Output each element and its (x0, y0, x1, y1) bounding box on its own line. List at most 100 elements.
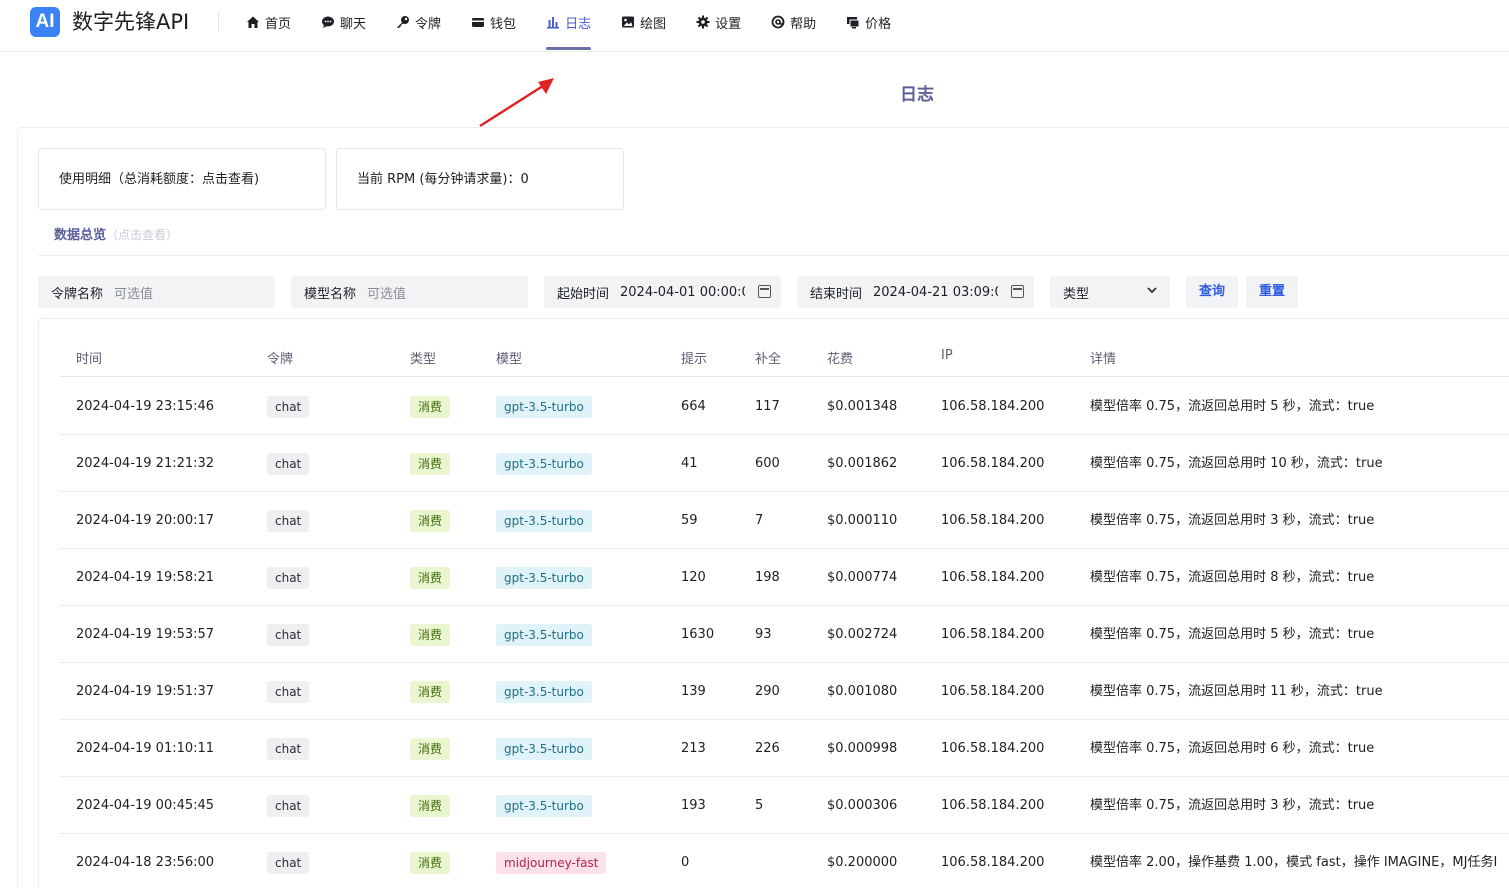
cell-model: gpt-3.5-turbo (496, 720, 592, 777)
cell-time: 2024-04-19 00:45:45 (76, 798, 215, 813)
table-row[interactable]: 2024-04-19 01:10:11 chat 消费 gpt-3.5-turb… (59, 720, 1509, 777)
key-icon (396, 15, 410, 29)
cell-model: gpt-3.5-turbo (496, 606, 592, 663)
model-tag[interactable]: midjourney-fast (496, 851, 607, 874)
token-name-input[interactable]: 令牌名称 可选值 (38, 276, 275, 308)
cell-cost: $0.002724 (827, 627, 898, 642)
usage-detail-card[interactable]: 使用明细（总消耗额度：点击查看) (38, 148, 326, 210)
cell-prompt: 41 (681, 456, 698, 471)
nav-settings[interactable]: 设置 (686, 0, 751, 44)
start-time-picker[interactable]: 起始时间 2024-04-01 00:00:00 (544, 276, 781, 308)
data-overview-toggle[interactable]: 数据总览（点击查看） (54, 224, 178, 243)
nav-chat[interactable]: 聊天 (311, 0, 376, 44)
type-tag: 消费 (410, 623, 451, 646)
type-select[interactable]: 类型 (1050, 276, 1170, 308)
cell-cost: $0.000998 (827, 741, 898, 756)
end-time-label: 结束时间 (810, 286, 863, 302)
column-header-prompt[interactable]: 提示 (681, 348, 707, 367)
brand-name[interactable]: 数字先锋API (72, 8, 189, 36)
cell-prompt: 0 (681, 855, 690, 870)
query-button[interactable]: 查询 (1186, 276, 1238, 308)
cell-detail: 模型倍率 0.75，流返回总用时 10 秒，流式：true (1090, 456, 1383, 471)
column-header-detail[interactable]: 详情 (1090, 348, 1116, 367)
cell-prompt: 1630 (681, 627, 715, 642)
nav-help[interactable]: 帮助 (761, 0, 826, 44)
calendar-icon[interactable] (758, 285, 771, 298)
nav-label: 设置 (715, 16, 742, 32)
model-tag[interactable]: gpt-3.5-turbo (496, 566, 592, 589)
model-tag[interactable]: gpt-3.5-turbo (496, 623, 592, 646)
cell-model: gpt-3.5-turbo (496, 492, 592, 549)
cell-ip: 106.58.184.200 (941, 855, 1045, 870)
end-time-picker[interactable]: 结束时间 2024-04-21 03:09:00 (797, 276, 1034, 308)
logo[interactable]: AI (30, 7, 60, 37)
column-header-type[interactable]: 类型 (410, 348, 436, 367)
price-icon (846, 15, 860, 29)
top-header: AI 数字先锋API 首页 聊天 令牌 钱包 日志 绘图 设置 帮助 价格 (0, 0, 1509, 52)
nav-label: 首页 (265, 16, 292, 32)
cell-prompt: 664 (681, 399, 706, 414)
cell-time: 2024-04-18 23:56:00 (76, 855, 215, 870)
cell-type: 消费 (410, 549, 451, 606)
nav-logs[interactable]: 日志 (536, 0, 601, 50)
cell-detail: 模型倍率 2.00，操作基费 1.00，模式 fast，操作 IMAGINE，M… (1090, 855, 1498, 870)
calendar-icon[interactable] (1011, 285, 1024, 298)
cell-token: chat (267, 777, 310, 834)
column-header-completion[interactable]: 补全 (755, 348, 781, 367)
cell-cost: $0.200000 (827, 855, 898, 870)
token-tag: chat (267, 794, 310, 817)
cell-prompt: 213 (681, 741, 706, 756)
table-row[interactable]: 2024-04-19 00:45:45 chat 消费 gpt-3.5-turb… (59, 777, 1509, 834)
cell-detail: 模型倍率 0.75，流返回总用时 5 秒，流式：true (1090, 399, 1375, 414)
table-header: 时间 令牌 类型 模型 提示 补全 花费 IP 详情 (59, 337, 1509, 377)
cell-completion: 5 (755, 798, 764, 813)
table-row[interactable]: 2024-04-18 23:56:00 chat 消费 midjourney-f… (59, 834, 1509, 888)
model-tag[interactable]: gpt-3.5-turbo (496, 737, 592, 760)
cell-detail: 模型倍率 0.75，流返回总用时 3 秒，流式：true (1090, 513, 1375, 528)
type-select-label: 类型 (1063, 286, 1090, 302)
cell-model: gpt-3.5-turbo (496, 378, 592, 435)
nav-drawing[interactable]: 绘图 (611, 0, 676, 44)
at-icon (771, 15, 785, 29)
image-icon (621, 15, 635, 29)
column-header-cost[interactable]: 花费 (827, 348, 853, 367)
cell-token: chat (267, 720, 310, 777)
cell-detail: 模型倍率 0.75，流返回总用时 8 秒，流式：true (1090, 570, 1375, 585)
cell-type: 消费 (410, 378, 451, 435)
nav-home[interactable]: 首页 (236, 0, 301, 44)
table-row[interactable]: 2024-04-19 19:58:21 chat 消费 gpt-3.5-turb… (59, 549, 1509, 606)
cell-time: 2024-04-19 19:53:57 (76, 627, 215, 642)
cell-model: gpt-3.5-turbo (496, 435, 592, 492)
column-header-time[interactable]: 时间 (76, 348, 102, 367)
token-tag: chat (267, 680, 310, 703)
model-name-input[interactable]: 模型名称 可选值 (291, 276, 528, 308)
nav-label: 聊天 (340, 16, 367, 32)
reset-button[interactable]: 重置 (1246, 276, 1298, 308)
token-tag: chat (267, 395, 310, 418)
table-row[interactable]: 2024-04-19 20:00:17 chat 消费 gpt-3.5-turb… (59, 492, 1509, 549)
table-row[interactable]: 2024-04-19 23:15:46 chat 消费 gpt-3.5-turb… (59, 378, 1509, 435)
model-tag[interactable]: gpt-3.5-turbo (496, 680, 592, 703)
token-tag: chat (267, 851, 310, 874)
table-row[interactable]: 2024-04-19 19:51:37 chat 消费 gpt-3.5-turb… (59, 663, 1509, 720)
column-header-ip[interactable]: IP (941, 348, 953, 363)
model-tag[interactable]: gpt-3.5-turbo (496, 509, 592, 532)
nav-pricing[interactable]: 价格 (836, 0, 901, 44)
model-tag[interactable]: gpt-3.5-turbo (496, 794, 592, 817)
cell-cost: $0.001080 (827, 684, 898, 699)
table-row[interactable]: 2024-04-19 19:53:57 chat 消费 gpt-3.5-turb… (59, 606, 1509, 663)
nav-token[interactable]: 令牌 (386, 0, 451, 44)
cell-detail: 模型倍率 0.75，流返回总用时 5 秒，流式：true (1090, 627, 1375, 642)
cell-type: 消费 (410, 720, 451, 777)
cell-token: chat (267, 549, 310, 606)
model-tag[interactable]: gpt-3.5-turbo (496, 395, 592, 418)
table-row[interactable]: 2024-04-19 21:21:32 chat 消费 gpt-3.5-turb… (59, 435, 1509, 492)
cell-time: 2024-04-19 01:10:11 (76, 741, 215, 756)
column-header-model[interactable]: 模型 (496, 348, 522, 367)
model-tag[interactable]: gpt-3.5-turbo (496, 452, 592, 475)
cell-prompt: 59 (681, 513, 698, 528)
cell-ip: 106.58.184.200 (941, 684, 1045, 699)
chevron-down-icon (1146, 284, 1158, 299)
column-header-token[interactable]: 令牌 (267, 348, 293, 367)
nav-wallet[interactable]: 钱包 (461, 0, 526, 44)
